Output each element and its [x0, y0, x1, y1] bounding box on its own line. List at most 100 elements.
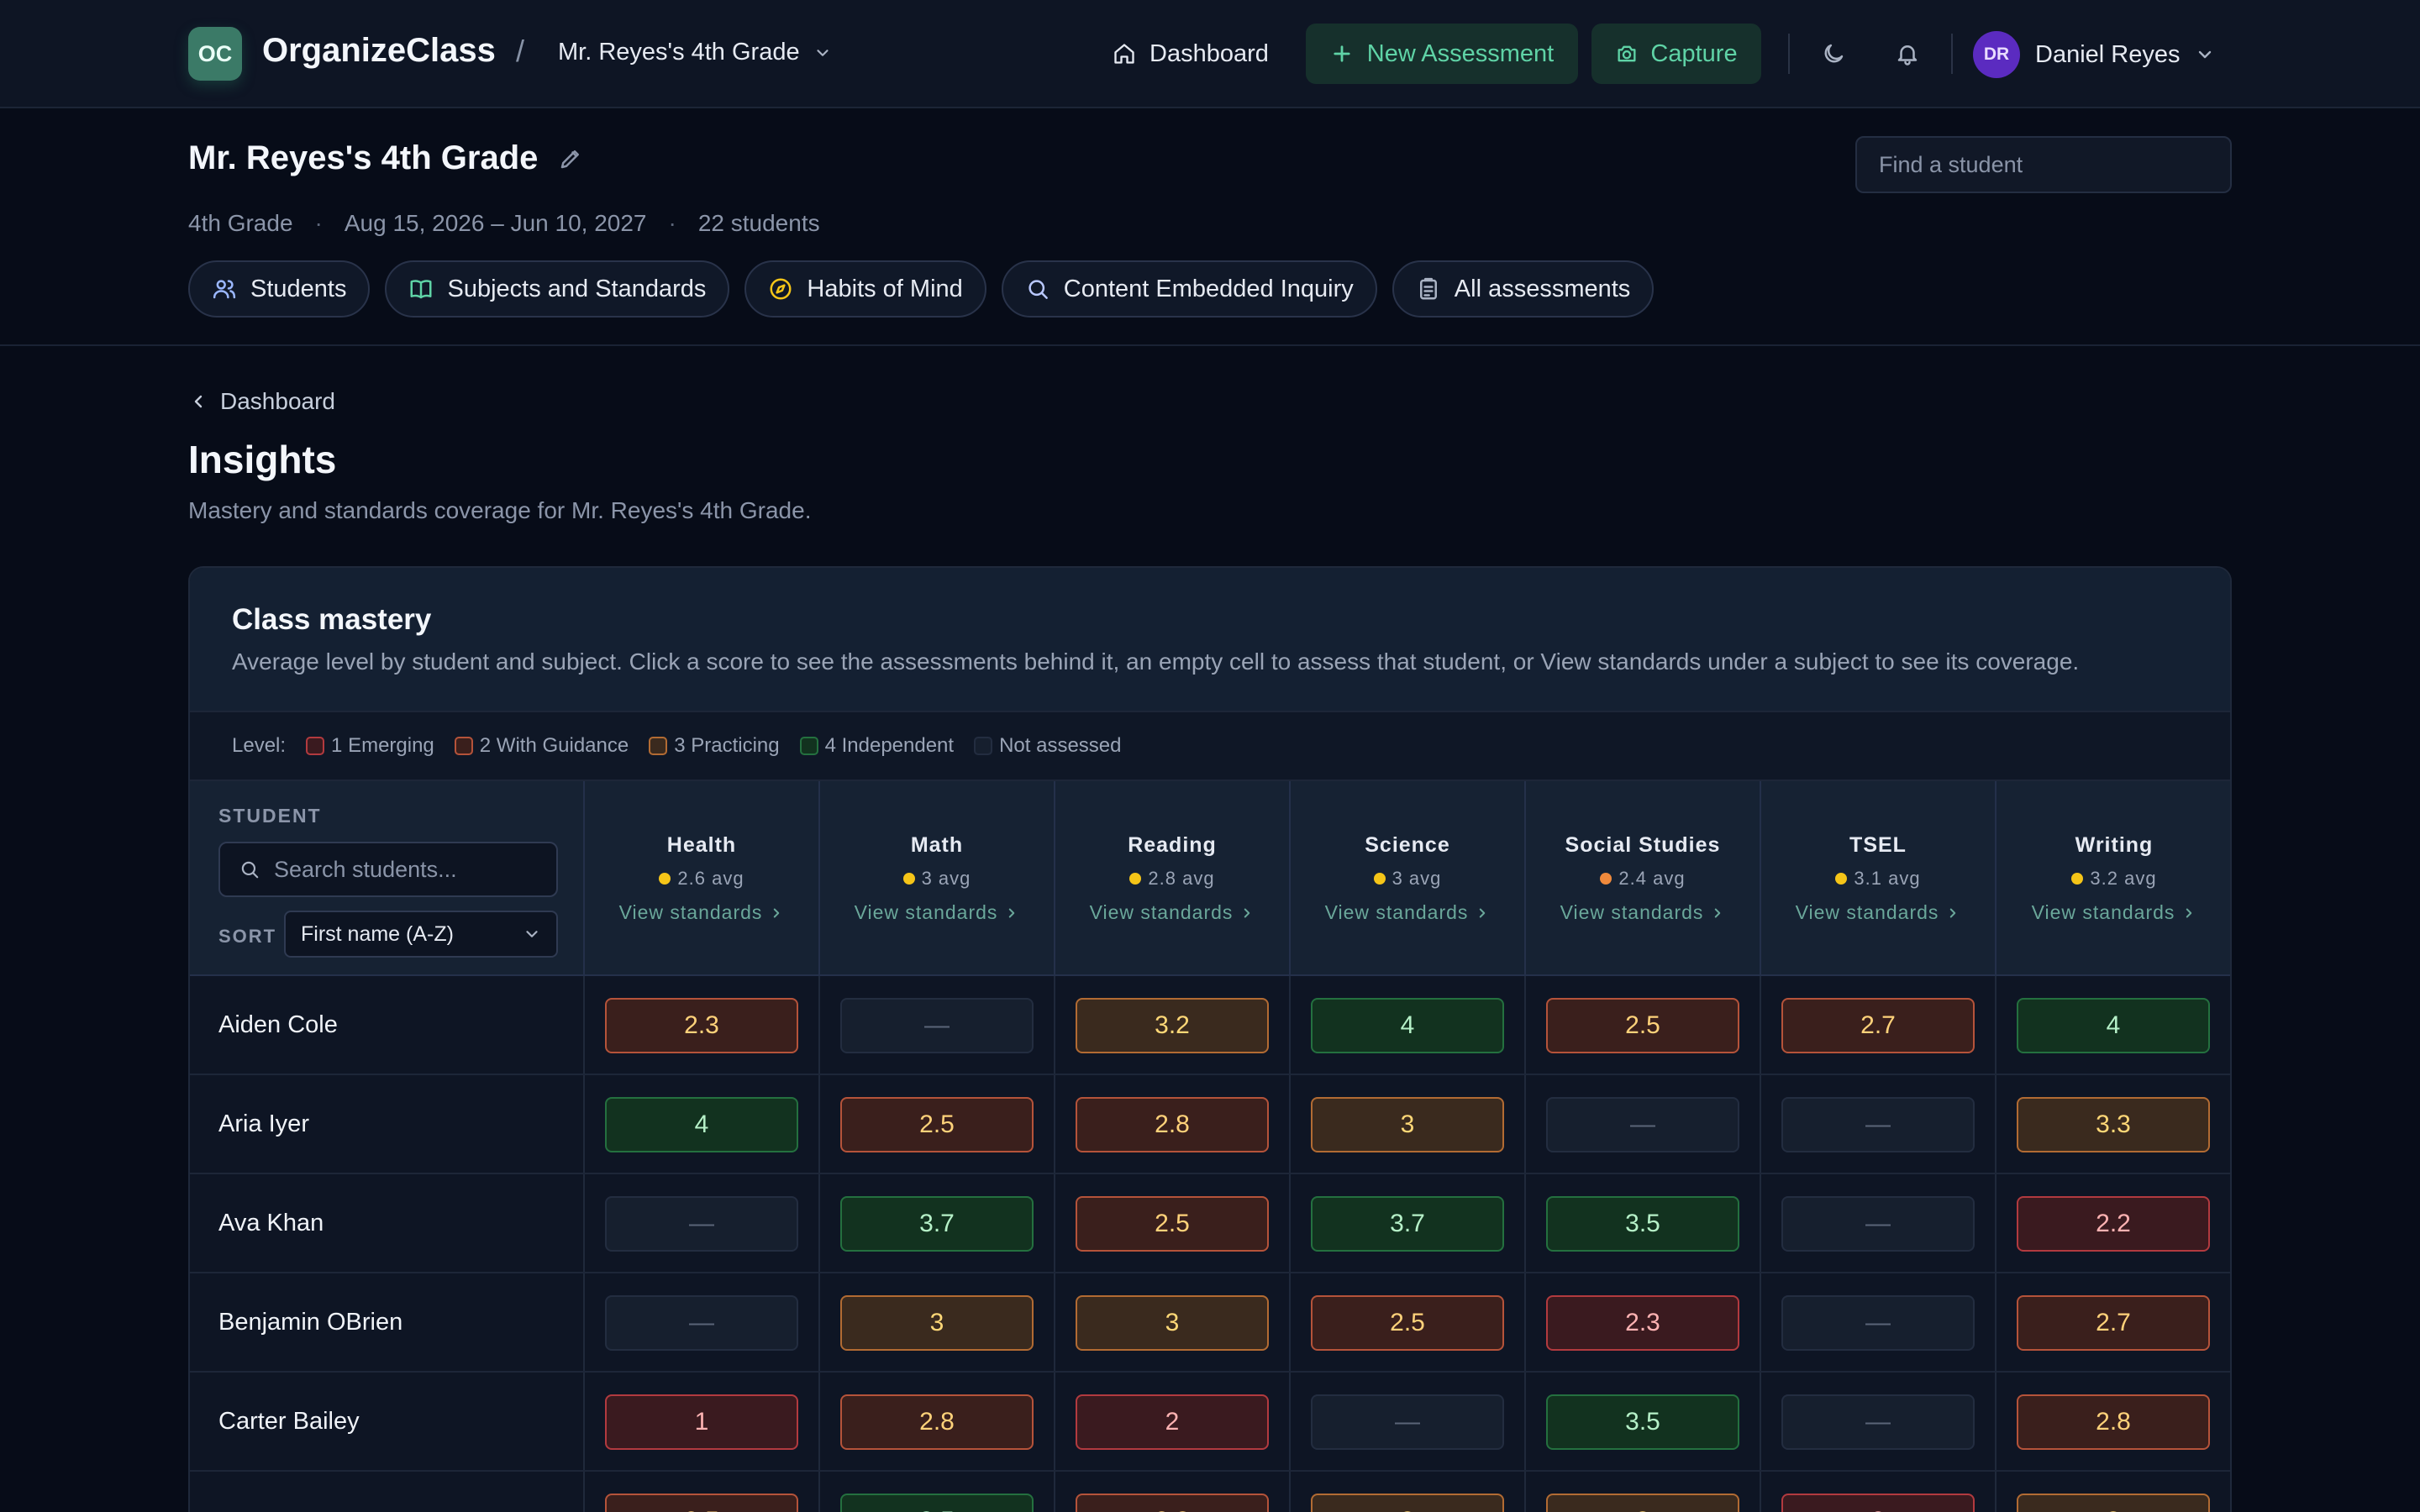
score-cell[interactable]: 3.7: [840, 1196, 1034, 1252]
student-search-input[interactable]: [274, 856, 543, 883]
empty-score-cell[interactable]: —: [1781, 1295, 1975, 1351]
score-cell[interactable]: 3: [1311, 1097, 1504, 1152]
mastery-cell: 3.3: [1996, 1075, 2230, 1173]
student-name[interactable]: Carter Bailey: [218, 1373, 360, 1470]
score-cell[interactable]: 2.5: [1076, 1196, 1269, 1252]
tab-students-label: Students: [250, 275, 347, 302]
score-cell[interactable]: 3: [1076, 1295, 1269, 1351]
score-cell[interactable]: 3: [1546, 1494, 1739, 1512]
score-cell[interactable]: 2: [1781, 1494, 1975, 1512]
app-logo[interactable]: OC: [188, 27, 242, 81]
score-cell[interactable]: 4: [1311, 998, 1504, 1053]
mastery-cell: 2.5: [820, 1075, 1055, 1173]
student-name[interactable]: Benjamin OBrien: [218, 1273, 402, 1371]
tab-habits-of-mind[interactable]: Habits of Mind: [744, 260, 986, 318]
level-legend: Level: 1 Emerging 2 With Guidance 3 Prac…: [190, 711, 2230, 780]
score-cell[interactable]: 2.3: [1546, 1295, 1739, 1351]
new-assessment-button[interactable]: New Assessment: [1306, 24, 1578, 84]
score-cell[interactable]: 2.7: [2017, 1295, 2210, 1351]
notifications-button[interactable]: [1887, 34, 1928, 74]
view-standards-link[interactable]: View standards: [820, 901, 1054, 924]
empty-score-cell[interactable]: —: [840, 998, 1034, 1053]
student-search[interactable]: [218, 842, 558, 897]
score-cell[interactable]: 2.5: [1311, 1295, 1504, 1351]
empty-score-cell[interactable]: —: [1781, 1394, 1975, 1450]
subject-name: Math: [910, 833, 964, 857]
nav-dashboard[interactable]: Dashboard: [1104, 25, 1277, 82]
score-cell[interactable]: 4: [605, 1097, 798, 1152]
student-name[interactable]: Aiden Cole: [218, 976, 338, 1074]
legend-item: 2 With Guidance: [454, 734, 629, 758]
empty-score-cell[interactable]: —: [1311, 1394, 1504, 1450]
search-icon: [1025, 276, 1050, 302]
mastery-cell: 2.8: [1055, 1472, 1291, 1512]
view-standards-link[interactable]: View standards: [1055, 901, 1289, 924]
user-menu[interactable]: DR Daniel Reyes: [1973, 30, 2215, 79]
score-cell[interactable]: 3.7: [1311, 1196, 1504, 1252]
chevron-right-icon: [1945, 906, 1960, 921]
empty-score-cell[interactable]: —: [1546, 1097, 1739, 1152]
new-assessment-label: New Assessment: [1366, 39, 1555, 67]
score-cell[interactable]: 2.2: [2017, 1196, 2210, 1252]
subject-column-header: Health 2.6 avg View standards: [585, 781, 820, 974]
score-cell[interactable]: 3.5: [1546, 1196, 1739, 1252]
score-cell[interactable]: 2.5: [840, 1097, 1034, 1152]
empty-score-cell[interactable]: —: [605, 1295, 798, 1351]
score-cell[interactable]: 2.7: [1781, 998, 1975, 1053]
score-cell[interactable]: 2: [1076, 1394, 1269, 1450]
back-link[interactable]: Dashboard: [188, 388, 335, 415]
mastery-cell: —: [1761, 1273, 1996, 1371]
legend-item: 4 Independent: [799, 734, 954, 758]
app-brand[interactable]: OrganizeClass: [262, 32, 496, 70]
student-name[interactable]: Ava Khan: [218, 1174, 324, 1272]
score-cell[interactable]: 2.5: [1546, 998, 1739, 1053]
view-standards-link[interactable]: View standards: [1996, 901, 2230, 924]
score-cell[interactable]: 3.2: [1076, 998, 1269, 1053]
class-meta: 4th Grade · Aug 15, 2026 – Jun 10, 2027 …: [188, 210, 820, 237]
back-link-label: Dashboard: [220, 388, 335, 414]
score-cell[interactable]: 2.8: [1076, 1494, 1269, 1512]
tab-all-assessments[interactable]: All assessments: [1392, 260, 1655, 318]
view-standards-label: View standards: [854, 901, 998, 923]
score-cell[interactable]: 3: [1311, 1494, 1504, 1512]
sort-select[interactable]: First name (A-Z): [284, 911, 558, 958]
subject-average: 3.1 avg: [1761, 868, 1995, 890]
subject-average-label: 2.6 avg: [677, 868, 744, 889]
score-cell[interactable]: 2.8: [840, 1394, 1034, 1450]
score-cell[interactable]: 1: [605, 1394, 798, 1450]
score-cell[interactable]: 2.5: [605, 1494, 798, 1512]
view-standards-link[interactable]: View standards: [585, 901, 818, 924]
empty-score-cell[interactable]: —: [1781, 1097, 1975, 1152]
student-name[interactable]: Aria Iyer: [218, 1075, 309, 1173]
view-standards-link[interactable]: View standards: [1761, 901, 1995, 924]
score-cell[interactable]: 3.5: [1546, 1394, 1739, 1450]
tab-subjects-standards[interactable]: Subjects and Standards: [385, 260, 730, 318]
score-cell[interactable]: 3.5: [840, 1494, 1034, 1512]
mastery-cell: 3: [1055, 1273, 1291, 1371]
mastery-cell: 2.7: [1996, 1273, 2230, 1371]
score-cell[interactable]: 2.3: [605, 998, 798, 1053]
student-cell: Ava Khan: [190, 1174, 585, 1272]
subject-average: 2.4 avg: [1526, 868, 1760, 890]
view-standards-link[interactable]: View standards: [1526, 901, 1760, 924]
score-cell[interactable]: 2.8: [2017, 1394, 2210, 1450]
mastery-cell: 2.3: [585, 976, 820, 1074]
pencil-icon[interactable]: [558, 146, 583, 171]
find-student-input[interactable]: [1855, 136, 2232, 193]
empty-score-cell[interactable]: —: [1781, 1196, 1975, 1252]
score-cell[interactable]: 3.3: [2017, 1097, 2210, 1152]
class-switcher[interactable]: Mr. Reyes's 4th Grade: [558, 39, 832, 66]
tab-content-inquiry[interactable]: Content Embedded Inquiry: [1001, 260, 1377, 318]
capture-button[interactable]: Capture: [1591, 24, 1761, 84]
score-cell[interactable]: 3: [2017, 1494, 2210, 1512]
tab-students[interactable]: Students: [188, 260, 371, 318]
score-cell[interactable]: 2.8: [1076, 1097, 1269, 1152]
theme-toggle-button[interactable]: [1813, 34, 1854, 74]
score-cell[interactable]: 4: [2017, 998, 2210, 1053]
class-grade: 4th Grade: [188, 210, 293, 236]
mastery-cell: 3.5: [1526, 1174, 1761, 1272]
empty-score-cell[interactable]: —: [605, 1196, 798, 1252]
score-cell[interactable]: 3: [840, 1295, 1034, 1351]
view-standards-label: View standards: [1795, 901, 1939, 923]
view-standards-link[interactable]: View standards: [1291, 901, 1524, 924]
